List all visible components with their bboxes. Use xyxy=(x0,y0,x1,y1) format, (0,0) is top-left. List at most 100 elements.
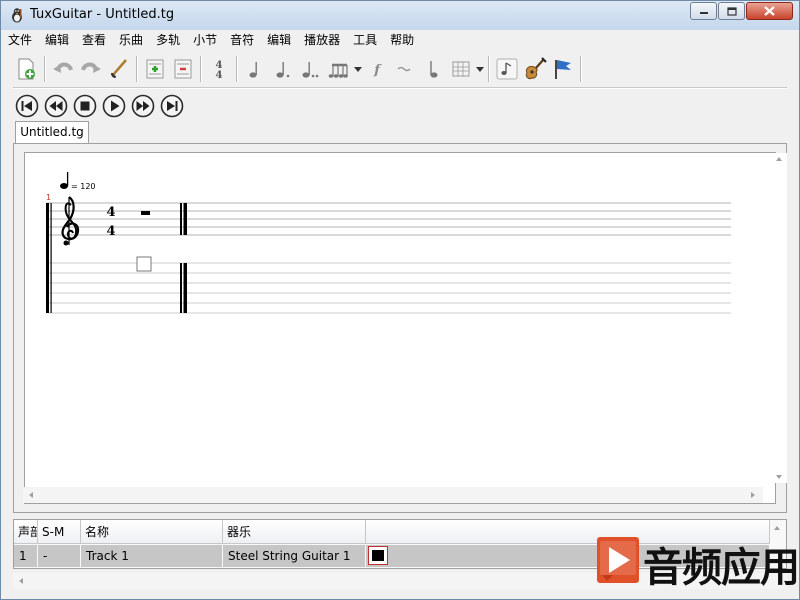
tempo-text: = 120 xyxy=(71,182,96,191)
note-icon xyxy=(496,58,518,80)
column-header-name[interactable]: 名称 xyxy=(81,520,223,544)
chord-dropdown[interactable] xyxy=(475,55,485,83)
eighth-note-icon xyxy=(430,61,438,78)
minimize-button[interactable] xyxy=(690,2,717,20)
redo-icon xyxy=(81,62,101,73)
maximize-button[interactable] xyxy=(718,2,745,20)
previous-icon[interactable] xyxy=(44,94,68,118)
time-signature-icon: 4 4 xyxy=(216,60,223,81)
flag-button[interactable] xyxy=(549,55,577,83)
double-dotted-note-button[interactable] xyxy=(297,55,325,83)
dynamics-button[interactable]: f xyxy=(363,55,391,83)
eighth-note-button[interactable] xyxy=(419,55,447,83)
double-dotted-note-icon xyxy=(302,62,319,78)
time-signature-top: 4 xyxy=(106,205,115,220)
close-button[interactable] xyxy=(746,2,793,20)
quarter-note-button[interactable] xyxy=(241,55,269,83)
remove-measure-button[interactable] xyxy=(169,55,197,83)
menu-tracks[interactable]: 多轨 xyxy=(149,30,186,50)
last-icon[interactable] xyxy=(160,94,184,118)
toolbar-separator xyxy=(236,56,238,82)
toolbar-separator xyxy=(200,56,202,82)
next-icon[interactable] xyxy=(131,94,155,118)
toolbar-separator xyxy=(136,56,138,82)
scroll-up-icon xyxy=(776,157,782,161)
toolbar-separator xyxy=(580,56,582,82)
whole-rest xyxy=(141,211,150,215)
track-solo-mute[interactable]: - xyxy=(38,545,81,567)
transport-controls xyxy=(15,94,189,118)
menu-view[interactable]: 查看 xyxy=(75,30,112,50)
menu-note[interactable]: 音符 xyxy=(223,30,260,50)
tab-untitled[interactable]: Untitled.tg xyxy=(15,121,89,143)
tab-cursor[interactable] xyxy=(136,256,152,272)
remove-measure-icon xyxy=(174,59,192,79)
chord-grid-button[interactable] xyxy=(447,55,475,83)
dynamics-icon: f xyxy=(373,63,382,78)
guitar-pick-button[interactable] xyxy=(105,55,133,83)
track-name[interactable]: Track 1 xyxy=(81,545,223,567)
time-signature-bottom: 4 xyxy=(106,224,115,239)
menu-tools[interactable]: 工具 xyxy=(346,30,383,50)
first-icon[interactable] xyxy=(15,94,39,118)
column-header-voice[interactable]: 声部 xyxy=(14,520,38,544)
title-bar[interactable]: TuxGuitar - Untitled.tg xyxy=(1,1,799,30)
watermark-logo xyxy=(597,537,639,583)
new-file-button[interactable] xyxy=(13,55,41,83)
menu-composition[interactable]: 乐曲 xyxy=(112,30,149,50)
tuplet-button[interactable] xyxy=(325,55,353,83)
svg-text:f: f xyxy=(373,63,382,78)
treble-clef-icon xyxy=(61,196,80,246)
chevron-down-icon xyxy=(354,66,362,72)
column-header-instrument[interactable]: 器乐 xyxy=(223,520,366,544)
column-header-solo-mute[interactable]: S-M xyxy=(38,520,81,544)
add-measure-button[interactable] xyxy=(141,55,169,83)
score-canvas[interactable]: 1 = 120 4 4 xyxy=(24,152,776,504)
window-title: TuxGuitar - Untitled.tg xyxy=(30,7,175,22)
scroll-down-icon xyxy=(776,475,782,479)
undo-icon xyxy=(53,62,73,73)
track-color-swatch xyxy=(372,550,384,561)
track-measure-cell[interactable] xyxy=(368,546,388,565)
quarter-note-icon xyxy=(249,62,257,78)
score-vertical-scrollbar[interactable] xyxy=(771,153,787,483)
menu-measure[interactable]: 小节 xyxy=(186,30,223,50)
flag-icon xyxy=(555,60,571,79)
play-icon[interactable] xyxy=(102,94,126,118)
minimize-icon xyxy=(699,12,708,14)
maximize-icon xyxy=(726,6,737,16)
menu-file[interactable]: 文件 xyxy=(1,30,38,50)
menu-player[interactable]: 播放器 xyxy=(297,30,346,50)
tempo-note-icon xyxy=(60,183,68,189)
tie-button[interactable] xyxy=(391,55,419,83)
add-measure-icon xyxy=(146,59,164,79)
start-barline-thin xyxy=(50,203,52,313)
tempo-mark: = 120 xyxy=(60,172,96,191)
redo-button[interactable] xyxy=(77,55,105,83)
dotted-note-button[interactable] xyxy=(269,55,297,83)
start-barline xyxy=(46,203,49,313)
dotted-note-icon xyxy=(276,62,290,78)
score-editor-frame: 1 = 120 4 4 xyxy=(13,143,787,513)
play-logo-icon xyxy=(600,541,636,581)
scrollbar-arrows xyxy=(29,492,755,498)
time-signature-button[interactable]: 4 4 xyxy=(205,55,233,83)
scroll-left-icon xyxy=(19,578,23,584)
score-horizontal-scrollbar[interactable] xyxy=(23,487,763,503)
tuplet-icon xyxy=(328,63,348,78)
chord-grid-icon xyxy=(452,61,470,77)
stop-icon[interactable] xyxy=(73,94,97,118)
tuplet-dropdown[interactable] xyxy=(353,55,363,83)
watermark: 音频应用 xyxy=(597,533,799,593)
track-number: 1 xyxy=(14,545,38,567)
track-instrument[interactable]: Steel String Guitar 1 xyxy=(223,545,366,567)
undo-button[interactable] xyxy=(49,55,77,83)
scroll-left-icon xyxy=(29,492,33,498)
measure-number: 1 xyxy=(46,193,51,202)
menu-edit-2[interactable]: 编辑 xyxy=(260,30,297,50)
toolbar-separator xyxy=(488,56,490,82)
note-button[interactable] xyxy=(493,55,521,83)
guitar-button[interactable] xyxy=(521,55,549,83)
menu-edit[interactable]: 编辑 xyxy=(38,30,75,50)
menu-help[interactable]: 帮助 xyxy=(383,30,420,50)
